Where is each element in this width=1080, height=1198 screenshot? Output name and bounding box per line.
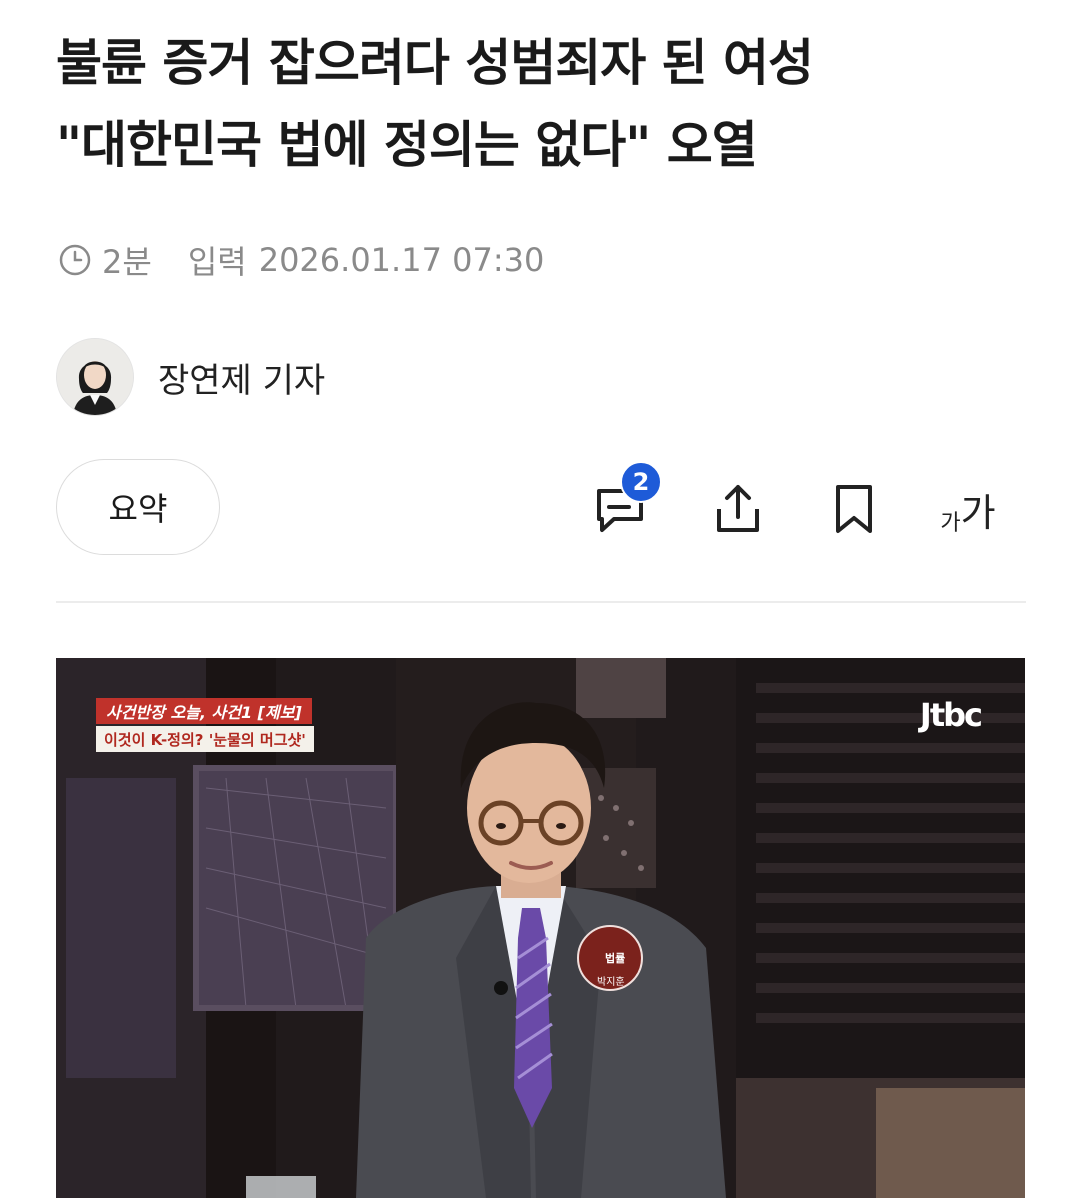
article-meta: 2분 입력 2026.01.17 07:30: [58, 238, 544, 282]
share-button[interactable]: [708, 479, 768, 539]
headline-line-1: 불륜 증거 잡으려다 성범죄자 된 여성: [56, 34, 814, 92]
font-size-button[interactable]: 가 가: [928, 479, 1008, 539]
broadcaster-logo: Jtbc: [919, 696, 983, 734]
bookmark-button[interactable]: [824, 479, 884, 539]
font-size-icon: 가 가: [940, 482, 995, 537]
headline-line-2: "대한민국 법에 정의는 없다" 오열: [56, 116, 758, 174]
bookmark-icon: [836, 485, 872, 533]
broadcast-caption-title: 사건반장 오늘, 사건1 [제보]: [96, 698, 312, 724]
font-size-small: 가: [940, 510, 961, 536]
read-time: 2분: [102, 243, 152, 281]
avatar[interactable]: [56, 338, 134, 416]
name-pin-title: 법률: [605, 952, 626, 965]
input-label: 입력: [187, 243, 247, 281]
author-name[interactable]: 장연제 기자: [158, 353, 325, 402]
summary-button[interactable]: 요약: [56, 459, 220, 555]
clock-icon: [59, 244, 91, 276]
font-size-large: 가: [960, 490, 996, 535]
comment-count-badge: 2: [620, 461, 662, 503]
broadcast-caption-subtitle: 이것이 K-정의? '눈물의 머그샷': [96, 726, 314, 752]
name-pin-name: 박지훈: [597, 977, 625, 988]
divider: [56, 601, 1026, 603]
article-toolbar: 요약 2 가 가: [56, 459, 1026, 557]
comment-button[interactable]: 2: [590, 461, 662, 539]
author-byline[interactable]: 장연제 기자: [56, 338, 325, 416]
input-datetime: 2026.01.17 07:30: [258, 241, 545, 279]
share-icon: [717, 485, 759, 532]
article-photo[interactable]: 사건반장 오늘, 사건1 [제보] 이것이 K-정의? '눈물의 머그샷' Jt…: [56, 658, 1025, 1198]
article-headline: 불륜 증거 잡으려다 성범죄자 된 여성 "대한민국 법에 정의는 없다" 오열: [56, 22, 1036, 186]
